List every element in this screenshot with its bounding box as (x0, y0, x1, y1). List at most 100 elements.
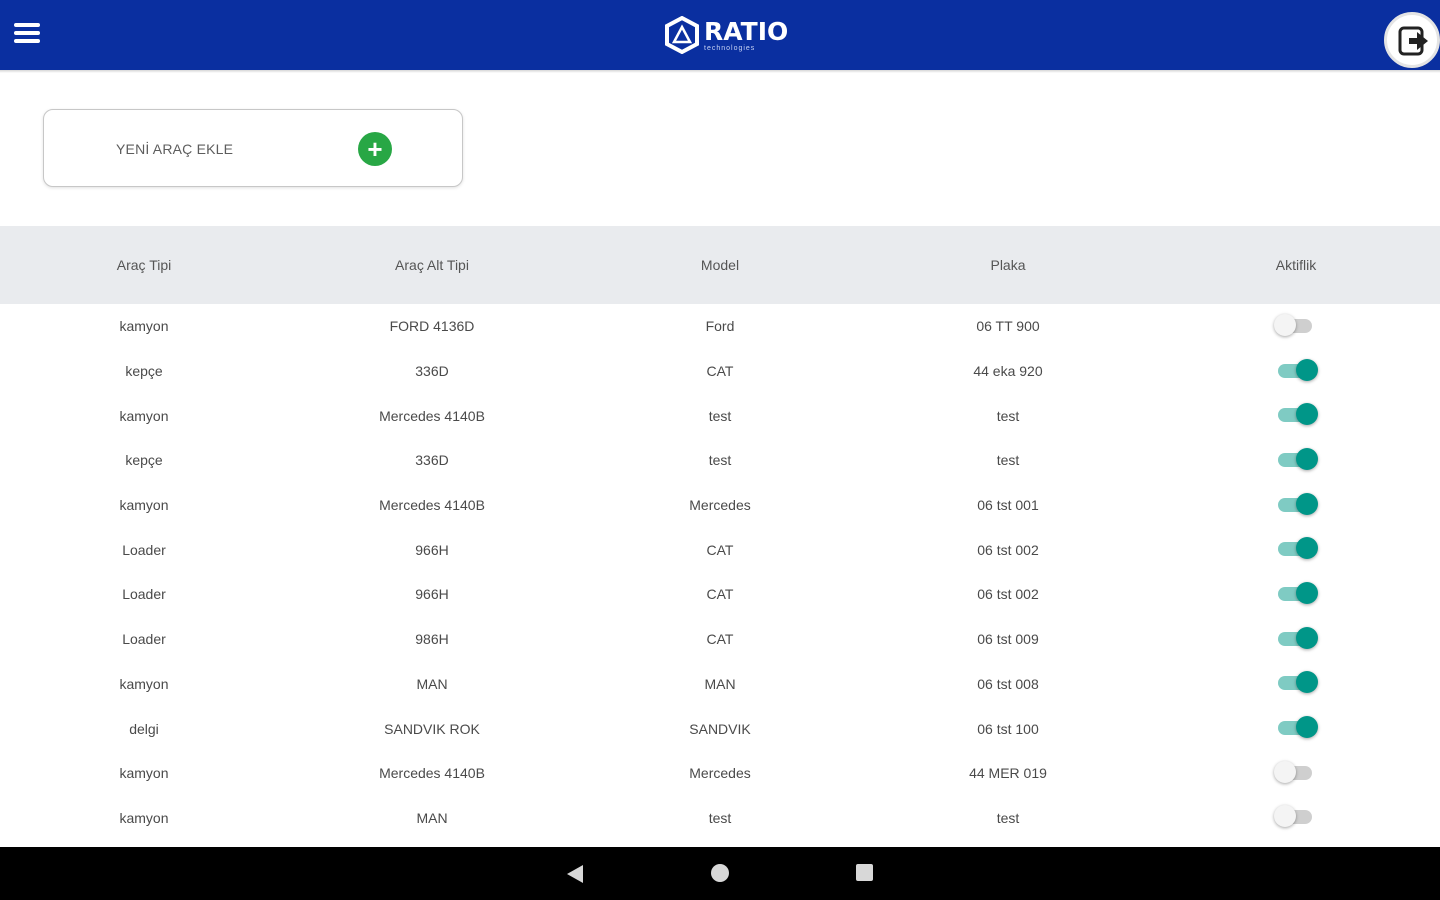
active-toggle[interactable] (1274, 313, 1316, 337)
cell-active (1152, 626, 1440, 653)
active-toggle[interactable] (1276, 536, 1318, 560)
table-row[interactable]: kamyon Mercedes 4140B Mercedes 06 tst 00… (0, 483, 1440, 528)
cell-plate: 06 tst 002 (977, 586, 1039, 603)
cell-vehicle-subtype: Mercedes 4140B (379, 497, 485, 514)
cell-plate: 44 MER 019 (969, 765, 1047, 782)
cell-active (1152, 358, 1440, 385)
cell-model: CAT (706, 586, 734, 603)
cell-active (1152, 313, 1440, 340)
table-row[interactable]: kamyon Mercedes 4140B Mercedes 44 MER 01… (0, 751, 1440, 796)
column-header-vehicle-subtype: Araç Alt Tipi (395, 257, 469, 273)
cell-active (1152, 536, 1440, 563)
table-row[interactable]: kamyon MAN MAN 06 tst 008 (0, 662, 1440, 707)
cell-vehicle-type: delgi (129, 720, 159, 737)
cell-plate: 06 tst 002 (977, 541, 1039, 558)
cell-vehicle-type: Loader (122, 631, 166, 648)
cell-model: CAT (706, 363, 734, 380)
table-row[interactable]: Loader 966H CAT 06 tst 002 (0, 572, 1440, 617)
cell-model: test (708, 809, 732, 826)
cell-plate: 06 tst 100 (977, 720, 1039, 737)
cell-plate: test (996, 809, 1020, 826)
logo-subtext: technologies (704, 44, 756, 52)
table-row[interactable]: kamyon Mercedes 4140B test test (0, 393, 1440, 438)
active-toggle[interactable] (1276, 402, 1318, 426)
add-vehicle-button[interactable]: YENİ ARAÇ EKLE + (43, 109, 463, 187)
hamburger-menu-icon[interactable] (14, 20, 42, 50)
plus-icon[interactable]: + (358, 132, 392, 166)
cell-vehicle-subtype: MAN (416, 675, 448, 692)
cell-active (1152, 804, 1440, 831)
table-row[interactable]: kepçe 336D CAT 44 eka 920 (0, 349, 1440, 394)
column-header-model: Model (700, 257, 740, 273)
cell-vehicle-type: kamyon (119, 765, 169, 782)
table-row[interactable]: delgi SANDVIK ROK SANDVIK 06 tst 100 (0, 706, 1440, 751)
cell-plate: 06 tst 009 (977, 631, 1039, 648)
app-bar-shadow (0, 70, 1440, 73)
cell-vehicle-subtype: 966H (415, 541, 449, 558)
active-toggle[interactable] (1276, 447, 1318, 471)
active-toggle[interactable] (1276, 715, 1318, 739)
cell-model: Mercedes (689, 765, 751, 782)
cell-active (1152, 447, 1440, 474)
cell-vehicle-subtype: Mercedes 4140B (379, 765, 485, 782)
cell-vehicle-type: kamyon (119, 407, 169, 424)
cell-model: Mercedes (689, 497, 751, 514)
cell-active (1152, 402, 1440, 429)
logout-icon (1398, 26, 1428, 56)
logout-button[interactable] (1384, 12, 1440, 68)
cell-vehicle-subtype: SANDVIK ROK (384, 720, 480, 737)
cell-vehicle-subtype: FORD 4136D (389, 318, 475, 335)
cell-plate: test (996, 407, 1020, 424)
table-row[interactable]: Loader 966H CAT 06 tst 002 (0, 527, 1440, 572)
logo-word: RATIO (704, 16, 789, 46)
system-nav-bar (0, 847, 1440, 900)
cell-vehicle-subtype: 966H (415, 586, 449, 603)
active-toggle[interactable] (1274, 760, 1316, 784)
column-header-active: Aktiflik (1275, 257, 1317, 273)
cell-active (1152, 670, 1440, 697)
cell-vehicle-type: kamyon (119, 675, 169, 692)
add-vehicle-label: YENİ ARAÇ EKLE (116, 141, 234, 157)
active-toggle[interactable] (1276, 626, 1318, 650)
cell-vehicle-type: Loader (122, 586, 166, 603)
cell-active (1152, 760, 1440, 787)
cell-vehicle-type: kepçe (125, 452, 163, 469)
app-bar: RATIO technologies (0, 0, 1440, 70)
cell-plate: 06 tst 001 (977, 497, 1039, 514)
table-row[interactable]: kamyon FORD 4136D Ford 06 TT 900 (0, 304, 1440, 349)
vehicle-table-body: kamyon FORD 4136D Ford 06 TT 900 kepçe 3… (0, 304, 1440, 840)
home-circle-icon[interactable] (711, 864, 729, 882)
cell-model: CAT (706, 541, 734, 558)
active-toggle[interactable] (1276, 492, 1318, 516)
logo-mark-icon (665, 16, 699, 54)
cell-active (1152, 581, 1440, 608)
column-header-plate: Plaka (990, 257, 1026, 273)
cell-vehicle-type: Loader (122, 541, 166, 558)
cell-model: Ford (705, 318, 735, 335)
back-triangle-icon[interactable] (566, 864, 584, 884)
cell-vehicle-subtype: Mercedes 4140B (379, 407, 485, 424)
table-row[interactable]: Loader 986H CAT 06 tst 009 (0, 617, 1440, 662)
recent-apps-square-icon[interactable] (856, 864, 873, 881)
table-header: Araç Tipi Araç Alt Tipi Model Plaka Akti… (0, 226, 1440, 304)
cell-model: CAT (706, 631, 734, 648)
cell-vehicle-type: kamyon (119, 809, 169, 826)
active-toggle[interactable] (1276, 581, 1318, 605)
table-row[interactable]: kepçe 336D test test (0, 438, 1440, 483)
cell-active (1152, 715, 1440, 742)
cell-plate: test (996, 452, 1020, 469)
cell-vehicle-subtype: 336D (415, 363, 449, 380)
cell-vehicle-type: kepçe (125, 363, 163, 380)
ratio-logo: RATIO technologies (664, 14, 788, 56)
cell-plate: 06 TT 900 (976, 318, 1040, 335)
cell-plate: 06 tst 008 (977, 675, 1039, 692)
cell-vehicle-subtype: 986H (415, 631, 449, 648)
active-toggle[interactable] (1276, 358, 1318, 382)
cell-model: test (708, 452, 732, 469)
table-row[interactable]: kamyon MAN test test (0, 796, 1440, 841)
active-toggle[interactable] (1276, 670, 1318, 694)
active-toggle[interactable] (1274, 804, 1316, 828)
cell-model: SANDVIK (689, 720, 751, 737)
cell-model: test (708, 407, 732, 424)
cell-vehicle-type: kamyon (119, 497, 169, 514)
